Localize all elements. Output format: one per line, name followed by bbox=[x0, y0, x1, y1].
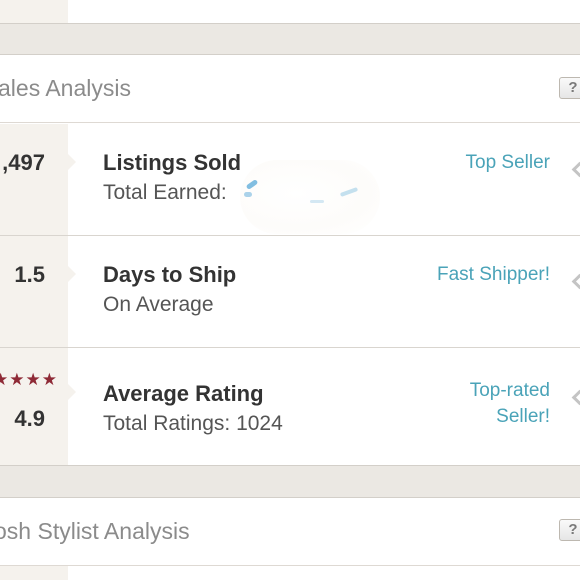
value-column: 1.5 bbox=[0, 236, 76, 347]
top-seller-badge: Top Seller bbox=[465, 152, 551, 173]
star-icon: ★★★★ bbox=[0, 370, 58, 389]
days-to-ship-row[interactable]: 1.5 Days to Ship On Average Fast Shipper… bbox=[0, 236, 580, 348]
help-icon[interactable]: ? bbox=[559, 519, 580, 541]
sales-analysis-header: ales Analysis ? bbox=[0, 55, 580, 123]
average-rating-row[interactable]: ★★★★ 4.9 Average Rating Total Ratings: 1… bbox=[0, 348, 580, 465]
sales-analysis-title: ales Analysis bbox=[0, 75, 131, 101]
posh-stylist-analysis-title: osh Stylist Analysis bbox=[0, 518, 190, 544]
average-rating-value: 4.9 bbox=[14, 406, 45, 431]
redacted-earnings bbox=[240, 160, 380, 234]
previous-panel-left-column bbox=[0, 0, 68, 23]
on-average-label: On Average bbox=[103, 293, 214, 316]
total-earned-label: Total Earned: bbox=[103, 181, 227, 204]
posh-stylist-analysis-header: osh Stylist Analysis ? bbox=[0, 498, 580, 566]
value-column: ,497 bbox=[0, 124, 76, 235]
value-column bbox=[0, 566, 68, 580]
chevron-right-icon[interactable] bbox=[571, 389, 580, 406]
fast-shipper-badge: Fast Shipper! bbox=[437, 264, 550, 285]
pointer-arrow bbox=[68, 154, 76, 170]
sales-analysis-panel: ales Analysis ? ,497 Listings Sold Total… bbox=[0, 54, 580, 466]
days-to-ship-title: Days to Ship bbox=[103, 262, 237, 287]
value-column: ★★★★ 4.9 bbox=[0, 348, 76, 465]
pointer-arrow bbox=[68, 266, 76, 282]
previous-panel-bottom bbox=[0, 0, 580, 24]
pointer-arrow bbox=[68, 384, 76, 400]
posh-stylist-analysis-panel: osh Stylist Analysis ? bbox=[0, 497, 580, 580]
top-rated-seller-badge: Top-rated Seller! bbox=[469, 380, 550, 427]
average-rating-title: Average Rating bbox=[103, 381, 264, 406]
chevron-right-icon[interactable] bbox=[571, 161, 580, 178]
listings-sold-title: Listings Sold bbox=[103, 150, 242, 175]
total-ratings-label: Total Ratings: 1024 bbox=[103, 412, 283, 435]
listings-sold-value: ,497 bbox=[2, 150, 45, 175]
chevron-right-icon[interactable] bbox=[571, 273, 580, 290]
days-to-ship-value: 1.5 bbox=[14, 262, 45, 287]
help-icon[interactable]: ? bbox=[559, 77, 580, 99]
